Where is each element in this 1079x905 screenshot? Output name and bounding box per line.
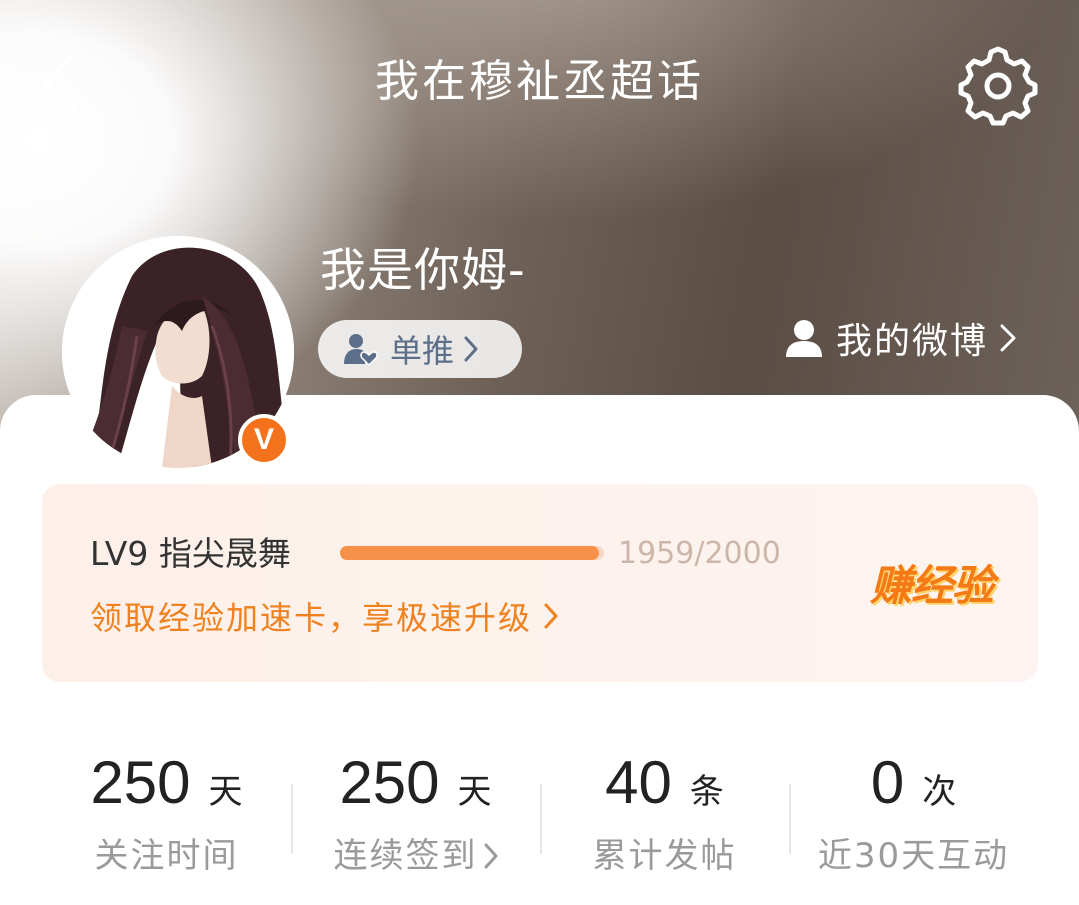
chevron-right-icon xyxy=(464,336,478,362)
chevron-right-icon xyxy=(1000,324,1016,352)
stat-value: 0 xyxy=(870,749,905,816)
earn-experience-button[interactable]: 赚经验 xyxy=(870,558,994,614)
stat-unit: 条 xyxy=(689,772,724,812)
stat-value: 40 xyxy=(605,749,672,816)
person-heart-icon xyxy=(344,334,378,367)
level-progress-bar xyxy=(340,546,604,560)
page-title: 我在穆祉丞超话 xyxy=(375,56,704,107)
stat-unit: 天 xyxy=(457,772,492,812)
stat-checkin-streak[interactable]: 250 天 连续签到 xyxy=(291,720,540,905)
verified-badge: V xyxy=(238,414,290,466)
chevron-right-icon xyxy=(484,843,497,869)
stat-interactions-30d: 0 次 近30天互动 xyxy=(789,720,1038,905)
person-icon xyxy=(786,320,822,357)
speed-card-link[interactable]: 领取经验加速卡，享极速升级 xyxy=(90,592,558,640)
stat-caption: 关注时间 xyxy=(94,836,239,876)
my-weibo-label: 我的微博 xyxy=(836,321,989,362)
stat-unit: 天 xyxy=(208,772,243,812)
my-weibo-link[interactable]: 我的微博 xyxy=(784,310,1016,366)
tag-label: 单推 xyxy=(390,332,455,370)
tag-button[interactable]: 单推 xyxy=(318,320,522,378)
level-progress-fill xyxy=(340,546,599,560)
stat-follow-time: 250 天 关注时间 xyxy=(42,720,291,905)
speed-card-label: 领取经验加速卡，享极速升级 xyxy=(90,599,533,637)
level-name: LV9 指尖晟舞 xyxy=(90,534,291,573)
stat-unit: 次 xyxy=(922,772,957,812)
level-progress-text: 1959/2000 xyxy=(618,536,781,571)
stat-caption: 连续签到 xyxy=(333,836,478,876)
username: 我是你姆- xyxy=(320,243,526,297)
stat-caption: 近30天互动 xyxy=(817,836,1010,876)
stat-value: 250 xyxy=(339,749,440,816)
gear-icon xyxy=(958,46,1038,126)
stat-total-posts: 40 条 累计发帖 xyxy=(540,720,789,905)
stat-caption: 累计发帖 xyxy=(592,836,737,876)
level-card[interactable]: LV9 指尖晟舞 1959/2000 领取经验加速卡，享极速升级 赚经验 xyxy=(42,484,1038,682)
settings-button[interactable] xyxy=(958,46,1038,126)
stats-row: 250 天 关注时间 250 天 连续签到 40 条 累计发帖 0 次 近30天… xyxy=(42,720,1038,905)
chevron-right-icon xyxy=(544,603,558,629)
stat-value: 250 xyxy=(90,749,191,816)
